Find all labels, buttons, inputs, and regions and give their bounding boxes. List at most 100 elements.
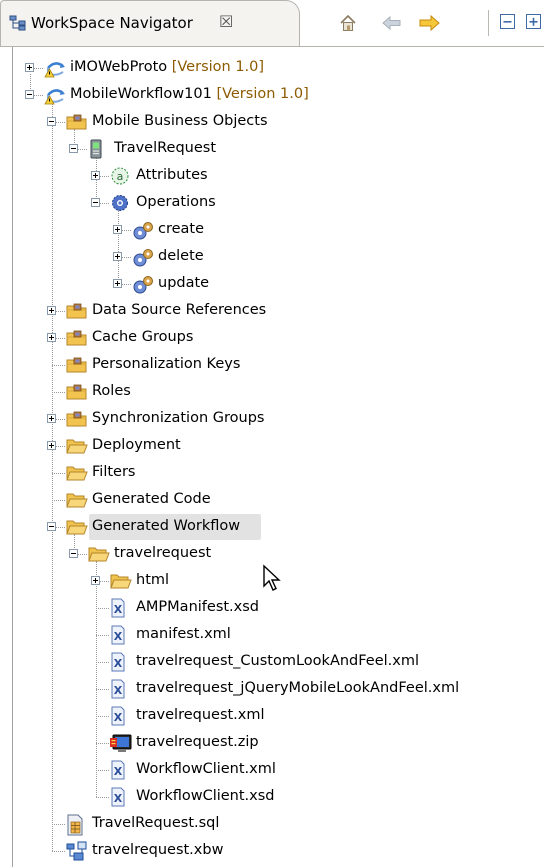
- folder-open-icon: [88, 546, 110, 566]
- tree-item-label: Cache Groups: [92, 329, 194, 345]
- tree-item[interactable]: Generated Code: [0, 488, 544, 512]
- tree-item[interactable]: travelrequest: [0, 542, 544, 566]
- home-icon[interactable]: [338, 13, 358, 37]
- tree-item-label: Deployment: [92, 437, 181, 453]
- tree-item[interactable]: X WorkflowClient.xml: [0, 758, 544, 782]
- folder-package-icon: [66, 330, 88, 350]
- folder-package-icon: [66, 114, 88, 134]
- folder-package-icon: [66, 357, 88, 377]
- tree-item[interactable]: travelrequest.xbw: [0, 839, 544, 863]
- tree-item[interactable]: Xtravelrequest.xml: [0, 704, 544, 728]
- tree-item[interactable]: X AMPManifest.xsd: [0, 596, 544, 620]
- tree-item[interactable]: Operations: [0, 191, 544, 215]
- svg-text:X: X: [114, 630, 123, 643]
- expand-toggle[interactable]: [113, 279, 122, 288]
- folder-open-icon: [66, 438, 88, 458]
- tree-item[interactable]: X WorkflowClient.xsd: [0, 785, 544, 809]
- collapse-all-icon[interactable]: [499, 13, 517, 35]
- xml-file-icon: X: [110, 706, 126, 730]
- expand-toggle[interactable]: [47, 414, 56, 423]
- tree-item[interactable]: Synchronization Groups: [0, 407, 544, 431]
- svg-text:X: X: [114, 792, 123, 805]
- link-editor-icon[interactable]: [525, 13, 543, 35]
- tree-item[interactable]: TravelRequest: [0, 137, 544, 161]
- xml-file-icon: X: [110, 787, 126, 811]
- tree-item-label: TravelRequest: [114, 140, 217, 156]
- tree-item[interactable]: update: [0, 272, 544, 296]
- tree-item[interactable]: Roles: [0, 380, 544, 404]
- attributes-icon: a: [110, 166, 130, 190]
- tree-item-label: Data Source References: [92, 302, 267, 318]
- operations-icon: [110, 193, 130, 217]
- expand-toggle[interactable]: [47, 306, 56, 315]
- tree-item-label: MobileWorkflow101 [Version 1.0]: [70, 86, 309, 102]
- tree-item[interactable]: Data Source References: [0, 299, 544, 323]
- mouse-pointer-icon: [262, 564, 284, 596]
- expand-toggle[interactable]: [91, 171, 100, 180]
- folder-package-icon: [66, 411, 88, 431]
- version-badge: [Version 1.0]: [216, 86, 309, 102]
- xml-file-icon: X: [110, 652, 126, 676]
- tree-item[interactable]: create: [0, 218, 544, 242]
- collapse-toggle[interactable]: [69, 144, 78, 153]
- tree-item[interactable]: Cache Groups: [0, 326, 544, 350]
- tree-item[interactable]: MobileWorkflow101 [Version 1.0]: [0, 83, 544, 107]
- expand-toggle[interactable]: [113, 252, 122, 261]
- back-arrow-icon[interactable]: [381, 13, 403, 37]
- tree-item[interactable]: Mobile Business Objects: [0, 110, 544, 134]
- tree-item[interactable]: Xmanifest.xml: [0, 623, 544, 647]
- tree-item-label: travelrequest.xml: [136, 707, 265, 723]
- tree-item-label: WorkflowClient.xsd: [136, 788, 275, 804]
- expand-toggle[interactable]: [47, 333, 56, 342]
- svg-text:X: X: [114, 657, 123, 670]
- operation-icon: [132, 276, 154, 298]
- navigator-icon: [9, 15, 27, 35]
- tree-item-label: update: [158, 275, 210, 291]
- forward-arrow-icon[interactable]: [418, 13, 442, 37]
- expand-toggle[interactable]: [91, 576, 100, 585]
- tab-workspace-navigator[interactable]: WorkSpace Navigator ☒: [0, 0, 300, 46]
- tree-item[interactable]: a Attributes: [0, 164, 544, 188]
- close-icon[interactable]: ☒: [219, 12, 233, 31]
- version-badge: [Version 1.0]: [171, 59, 265, 75]
- folder-open-icon: [66, 465, 88, 485]
- tree-item[interactable]: Xtravelrequest_jQueryMobileLookAndFeel.x…: [0, 677, 544, 701]
- tree-item[interactable]: TravelRequest.sql: [0, 812, 544, 836]
- project-warning-icon: [44, 60, 66, 82]
- mobile-business-object-icon: [88, 139, 104, 163]
- tree-item-label: travelrequest.zip: [136, 734, 259, 750]
- tree-item-label: delete: [158, 248, 204, 264]
- tree-item-label: travelrequest_jQueryMobileLookAndFeel.xm…: [136, 680, 460, 696]
- tree-item[interactable]: Filters: [0, 461, 544, 485]
- svg-text:X: X: [114, 765, 123, 778]
- expand-toggle[interactable]: [25, 63, 34, 72]
- tree-item-label: Filters: [92, 464, 136, 480]
- tree-item-label: create: [158, 221, 205, 237]
- collapse-toggle[interactable]: [69, 549, 78, 558]
- collapse-toggle[interactable]: [47, 117, 56, 126]
- tree-item-label: TravelRequest.sql: [92, 815, 220, 831]
- tree-item[interactable]: Personalization Keys: [0, 353, 544, 377]
- tree-item[interactable]: delete: [0, 245, 544, 269]
- tree-item-label: AMPManifest.xsd: [136, 599, 260, 615]
- project-warning-icon: [44, 87, 66, 109]
- svg-text:X: X: [114, 603, 123, 616]
- tree-item-label: Attributes: [136, 167, 208, 183]
- operation-icon: [132, 222, 154, 244]
- collapse-toggle[interactable]: [25, 90, 34, 99]
- workflow-file-icon: [66, 841, 88, 865]
- expand-toggle[interactable]: [47, 441, 56, 450]
- svg-text:X: X: [114, 711, 123, 724]
- collapse-toggle[interactable]: [91, 198, 100, 207]
- tree-item[interactable]: Xtravelrequest_CustomLookAndFeel.xml: [0, 650, 544, 674]
- tree-item-label: travelrequest.xbw: [92, 842, 224, 858]
- tree-item-label: Personalization Keys: [92, 356, 241, 372]
- tree-item-label: Synchronization Groups: [92, 410, 265, 426]
- tree-item[interactable]: iMOWebProto [Version 1.0]: [0, 56, 544, 80]
- expand-toggle[interactable]: [113, 225, 122, 234]
- collapse-toggle[interactable]: [47, 522, 56, 531]
- tree-item[interactable]: travelrequest.zip: [0, 731, 544, 755]
- tree-item[interactable]: Deployment: [0, 434, 544, 458]
- folder-package-icon: [66, 384, 88, 404]
- tree-item[interactable]: Generated Workflow: [0, 514, 544, 540]
